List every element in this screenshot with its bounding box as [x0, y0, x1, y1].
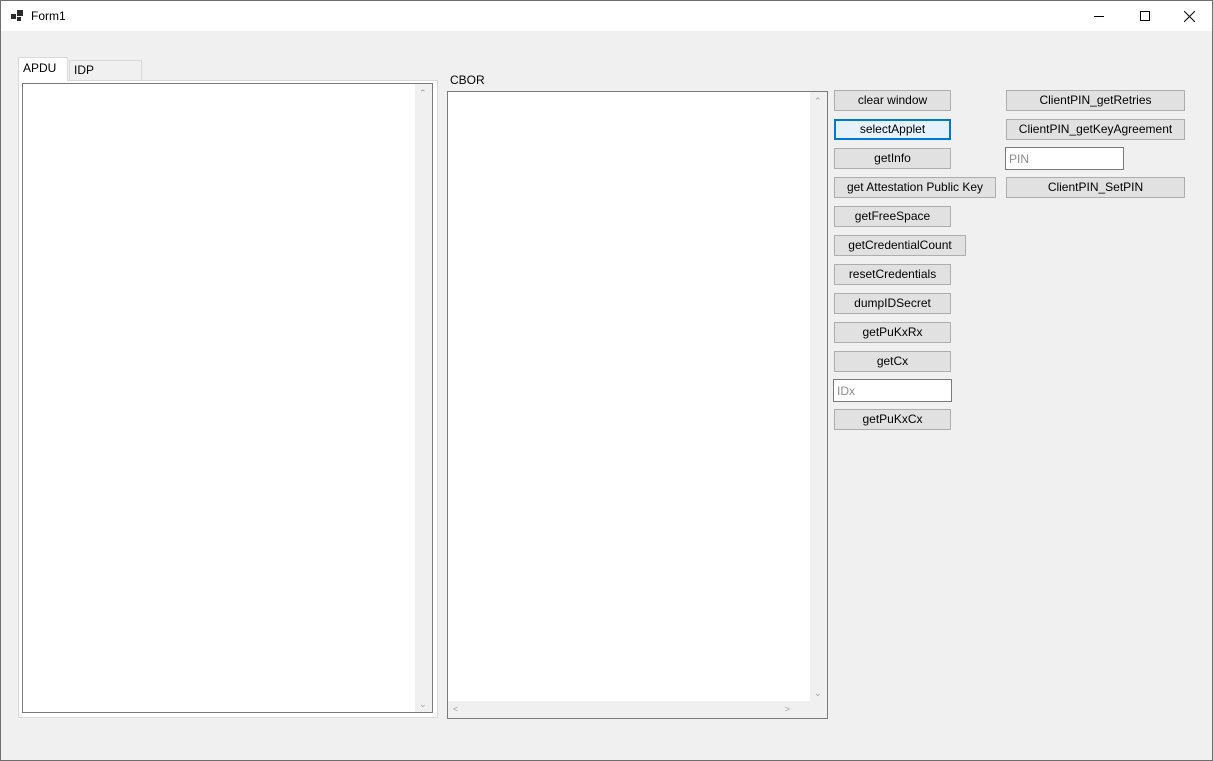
close-icon: [1183, 10, 1195, 22]
close-button[interactable]: [1166, 1, 1212, 31]
cbor-textbox[interactable]: ⌃ ⌄ < >: [447, 91, 828, 719]
cbor-label: CBOR: [450, 73, 485, 87]
cbor-vertical-scrollbar[interactable]: ⌃ ⌄: [810, 92, 827, 701]
scroll-up-icon[interactable]: ⌃: [419, 88, 427, 98]
get-info-button[interactable]: getInfo: [834, 148, 951, 169]
tab-apdu[interactable]: APDU: [18, 57, 68, 81]
clientpin-get-key-agreement-button[interactable]: ClientPIN_getKeyAgreement: [1006, 119, 1185, 140]
app-icon: [11, 10, 23, 22]
scroll-down-icon[interactable]: ⌄: [814, 688, 822, 698]
tab-idp-params[interactable]: IDP params: [69, 60, 142, 95]
pin-input[interactable]: [1005, 147, 1124, 170]
get-pukxrx-button[interactable]: getPuKxRx: [834, 322, 951, 343]
idx-input[interactable]: [833, 379, 952, 402]
scroll-up-icon[interactable]: ⌃: [814, 96, 822, 106]
select-applet-button[interactable]: selectApplet: [834, 119, 951, 140]
main-window: Form1 APDU IDP params ⌃ ⌄: [0, 0, 1213, 761]
scroll-down-icon[interactable]: ⌄: [419, 699, 427, 709]
apdu-textbox[interactable]: ⌃ ⌄: [22, 83, 433, 713]
cbor-horizontal-scrollbar[interactable]: < >: [448, 701, 810, 718]
scroll-right-icon[interactable]: >: [785, 704, 790, 714]
get-pukxcx-button[interactable]: getPuKxCx: [834, 409, 951, 430]
reset-credentials-button[interactable]: resetCredentials: [834, 264, 951, 285]
minimize-icon: [1094, 16, 1104, 17]
scroll-left-icon[interactable]: <: [453, 704, 458, 714]
get-cx-button[interactable]: getCx: [834, 351, 951, 372]
title-bar: Form1: [1, 1, 1212, 31]
window-title: Form1: [31, 9, 66, 23]
clientpin-get-retries-button[interactable]: ClientPIN_getRetries: [1006, 90, 1185, 111]
scroll-corner: [810, 701, 827, 718]
get-credential-count-button[interactable]: getCredentialCount: [834, 235, 966, 256]
maximize-icon: [1140, 11, 1150, 21]
dump-id-secret-button[interactable]: dumpIDSecret: [834, 293, 951, 314]
maximize-button[interactable]: [1122, 1, 1168, 31]
tab-page-apdu: ⌃ ⌄: [18, 80, 438, 718]
get-attestation-public-key-button[interactable]: get Attestation Public Key: [834, 177, 996, 198]
clientpin-set-pin-button[interactable]: ClientPIN_SetPIN: [1006, 177, 1185, 198]
clear-window-button[interactable]: clear window: [834, 90, 951, 111]
apdu-vertical-scrollbar[interactable]: ⌃ ⌄: [415, 84, 432, 712]
minimize-button[interactable]: [1076, 1, 1122, 31]
get-free-space-button[interactable]: getFreeSpace: [834, 206, 951, 227]
